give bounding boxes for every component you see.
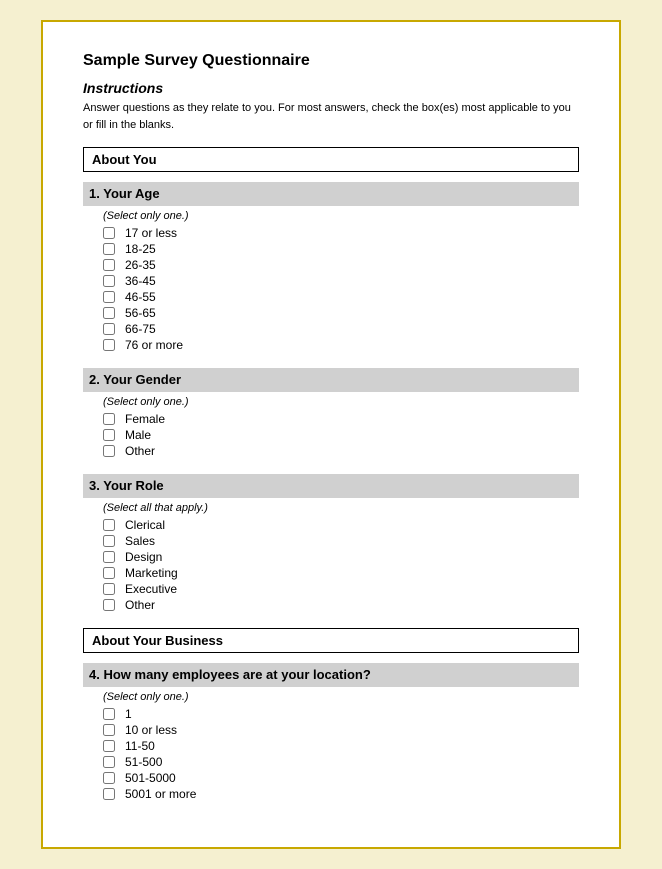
question-1-title: 1. Your Age (89, 186, 160, 201)
question-2-block: 2. Your Gender (Select only one.) Female… (83, 368, 579, 458)
q3-option-6: Other (103, 598, 579, 612)
q3-checkbox-3[interactable] (103, 551, 115, 563)
question-4-title: 4. How many employees are at your locati… (89, 667, 371, 682)
q3-option-4: Marketing (103, 566, 579, 580)
question-2-title-row: 2. Your Gender (83, 368, 579, 392)
question-2-select-instruction: (Select only one.) (103, 396, 579, 408)
q3-option-1: Clerical (103, 518, 579, 532)
instructions-text: Answer questions as they relate to you. … (83, 100, 579, 133)
q1-option-8: 76 or more (103, 338, 579, 352)
q4-checkbox-4[interactable] (103, 756, 115, 768)
q1-option-5: 46-55 (103, 290, 579, 304)
q3-checkbox-4[interactable] (103, 567, 115, 579)
q3-checkbox-1[interactable] (103, 519, 115, 531)
question-2-title: 2. Your Gender (89, 372, 181, 387)
q2-option-2: Male (103, 428, 579, 442)
q1-checkbox-5[interactable] (103, 291, 115, 303)
q1-checkbox-4[interactable] (103, 275, 115, 287)
question-4-title-row: 4. How many employees are at your locati… (83, 663, 579, 687)
q2-checkbox-2[interactable] (103, 429, 115, 441)
q1-checkbox-8[interactable] (103, 339, 115, 351)
page-title: Sample Survey Questionnaire (83, 52, 579, 70)
q3-checkbox-6[interactable] (103, 599, 115, 611)
q3-option-2: Sales (103, 534, 579, 548)
q4-option-3: 11-50 (103, 739, 579, 753)
q3-checkbox-5[interactable] (103, 583, 115, 595)
section-header-about-you: About You (83, 147, 579, 172)
page-container: Sample Survey Questionnaire Instructions… (41, 20, 621, 849)
q1-checkbox-2[interactable] (103, 243, 115, 255)
q1-option-2: 18-25 (103, 242, 579, 256)
q4-option-4: 51-500 (103, 755, 579, 769)
question-1-title-row: 1. Your Age (83, 182, 579, 206)
q2-checkbox-3[interactable] (103, 445, 115, 457)
q4-checkbox-6[interactable] (103, 788, 115, 800)
question-4-select-instruction: (Select only one.) (103, 691, 579, 703)
q1-checkbox-7[interactable] (103, 323, 115, 335)
q4-option-5: 501-5000 (103, 771, 579, 785)
q3-option-5: Executive (103, 582, 579, 596)
q2-option-3: Other (103, 444, 579, 458)
question-1-block: 1. Your Age (Select only one.) 17 or les… (83, 182, 579, 352)
q2-option-1: Female (103, 412, 579, 426)
question-3-block: 3. Your Role (Select all that apply.) Cl… (83, 474, 579, 612)
q1-checkbox-6[interactable] (103, 307, 115, 319)
q4-checkbox-2[interactable] (103, 724, 115, 736)
q3-option-3: Design (103, 550, 579, 564)
q1-option-6: 56-65 (103, 306, 579, 320)
question-3-select-instruction: (Select all that apply.) (103, 502, 579, 514)
q1-option-7: 66-75 (103, 322, 579, 336)
question-3-title-row: 3. Your Role (83, 474, 579, 498)
question-1-select-instruction: (Select only one.) (103, 210, 579, 222)
q4-checkbox-3[interactable] (103, 740, 115, 752)
q1-option-3: 26-35 (103, 258, 579, 272)
q1-option-1: 17 or less (103, 226, 579, 240)
q4-checkbox-5[interactable] (103, 772, 115, 784)
q4-option-1: 1 (103, 707, 579, 721)
q4-option-2: 10 or less (103, 723, 579, 737)
q4-option-6: 5001 or more (103, 787, 579, 801)
q1-checkbox-1[interactable] (103, 227, 115, 239)
q1-option-4: 36-45 (103, 274, 579, 288)
question-4-block: 4. How many employees are at your locati… (83, 663, 579, 801)
q4-checkbox-1[interactable] (103, 708, 115, 720)
instructions-heading: Instructions (83, 80, 579, 96)
q3-checkbox-2[interactable] (103, 535, 115, 547)
section-header-about-business: About Your Business (83, 628, 579, 653)
q2-checkbox-1[interactable] (103, 413, 115, 425)
q1-checkbox-3[interactable] (103, 259, 115, 271)
question-3-title: 3. Your Role (89, 478, 164, 493)
